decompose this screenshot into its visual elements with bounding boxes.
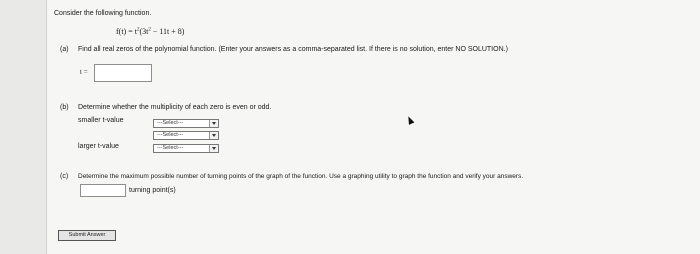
part-b-label: (b) — [60, 104, 69, 111]
select-2-value: ---Select--- — [157, 132, 184, 138]
part-b-text: Determine whether the multiplicity of ea… — [78, 104, 272, 111]
larger-t-label: larger t-value — [78, 143, 119, 150]
select-1-value: ---Select--- — [157, 120, 184, 126]
part-c-text: Determine the maximum possible number of… — [78, 173, 524, 180]
function-mid: (3t — [139, 27, 149, 36]
multiplicity-select-3[interactable]: ---Select--- — [153, 144, 219, 153]
zeros-input[interactable] — [94, 64, 152, 82]
part-a-label: (a) — [60, 46, 69, 53]
function-lhs: f(t) = t — [116, 27, 137, 36]
multiplicity-select-1[interactable]: ---Select--- — [153, 119, 219, 128]
chevron-down-icon — [209, 145, 218, 152]
select-3-value: ---Select--- — [157, 145, 184, 151]
smaller-t-label: smaller t-value — [78, 117, 124, 124]
multiplicity-select-2[interactable]: ---Select--- — [153, 131, 219, 140]
turning-points-input[interactable] — [80, 184, 126, 197]
part-a-text: Find all real zeros of the polynomial fu… — [78, 46, 508, 53]
intro-text: Consider the following function. — [54, 10, 152, 17]
submit-answer-button[interactable]: Submit Answer — [58, 230, 116, 241]
turning-points-suffix: turning point(s) — [129, 187, 176, 194]
function-expression: f(t) = t2(3t2 − 11t + 8) — [116, 27, 184, 36]
chevron-down-icon — [209, 132, 218, 139]
function-rest: − 11t + 8) — [150, 27, 185, 36]
question-panel — [46, 0, 700, 254]
t-equals-label: t = — [80, 68, 88, 76]
chevron-down-icon — [209, 120, 218, 127]
part-c-label: (c) — [60, 173, 69, 180]
